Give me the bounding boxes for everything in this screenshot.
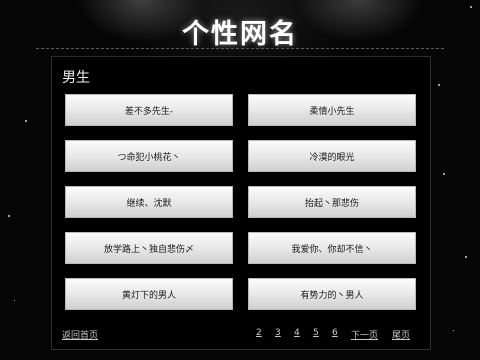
star-decoration	[443, 173, 445, 175]
section-heading: 男生	[62, 70, 90, 86]
star-decoration	[453, 330, 454, 331]
page-link-5[interactable]: 5	[313, 328, 319, 338]
star-decoration	[438, 84, 440, 86]
page-link-2[interactable]: 2	[256, 328, 262, 338]
name-button[interactable]: 放学路上丶独自悲伤〆	[65, 232, 233, 264]
site-title: 个性网名	[182, 19, 298, 50]
name-button[interactable]: 冷漠的眼光	[248, 140, 416, 172]
name-button[interactable]: つ命犯小桃花丶	[65, 140, 233, 172]
name-button[interactable]: 我爱你、你却不信丶	[248, 232, 416, 264]
star-decoration	[14, 300, 15, 301]
name-button[interactable]: 差不多先生-	[65, 94, 233, 126]
last-page-link[interactable]: 尾页	[392, 328, 410, 341]
name-button[interactable]: 有势力的丶男人	[248, 278, 416, 310]
back-home-link[interactable]: 返回首页	[62, 328, 98, 341]
star-decoration	[465, 256, 467, 258]
star-decoration	[8, 215, 10, 217]
title-divider	[36, 48, 444, 49]
page-link-3[interactable]: 3	[275, 328, 281, 338]
name-button[interactable]: 柔情小先生	[248, 94, 416, 126]
name-button[interactable]: 黄灯下的男人	[65, 278, 233, 310]
next-page-link[interactable]: 下一页	[351, 328, 378, 341]
name-button[interactable]: 继续、沈默	[65, 186, 233, 218]
star-decoration	[470, 6, 472, 8]
star-decoration	[25, 120, 27, 122]
names-panel: 男生 差不多先生- 柔情小先生 つ命犯小桃花丶 冷漠的眼光 继续、沈默 抬起丶那…	[51, 56, 431, 350]
page-link-4[interactable]: 4	[294, 328, 300, 338]
name-button[interactable]: 抬起丶那悲伤	[248, 186, 416, 218]
page-link-6[interactable]: 6	[332, 328, 338, 338]
